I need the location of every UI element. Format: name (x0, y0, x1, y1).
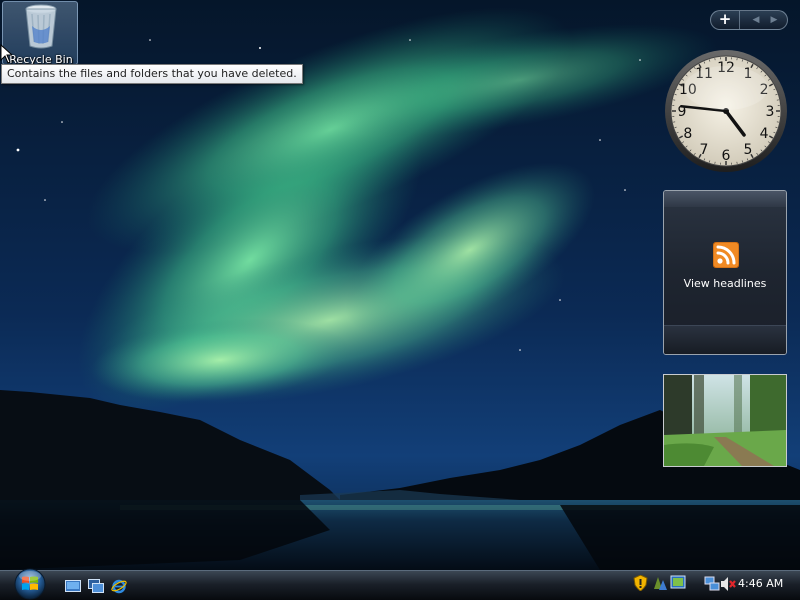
switch-windows-icon[interactable] (88, 578, 104, 594)
windows-defender-icon[interactable] (652, 575, 668, 591)
add-gadget-button[interactable]: + (711, 11, 740, 29)
volume-muted-icon[interactable] (720, 576, 736, 592)
mouse-pointer-icon (0, 44, 12, 64)
recycle-bin-tooltip: Contains the files and folders that you … (1, 64, 303, 84)
clock-numeral: 8 (683, 126, 692, 142)
clock-numeral: 4 (760, 126, 769, 142)
clock-gadget[interactable]: 12 1234567891011 (662, 48, 790, 174)
forest-photo (664, 375, 786, 466)
clock-numeral: 3 (766, 104, 775, 120)
show-desktop-icon[interactable] (65, 578, 81, 594)
taskbar-clock[interactable]: 4:46 AM (738, 577, 783, 590)
feed-footer-band (664, 325, 786, 354)
desktop[interactable]: Recycle Bin Contains the files and folde… (0, 0, 800, 570)
sidebar-controls: + ◀ ▶ (710, 10, 788, 30)
rss-icon (713, 242, 739, 268)
feed-headlines-gadget[interactable]: View headlines (663, 190, 787, 355)
sidebar-next-button[interactable]: ▶ (767, 11, 781, 29)
view-headlines-link[interactable]: View headlines (664, 277, 786, 290)
windows-orb-icon[interactable] (9, 566, 51, 600)
feed-header-band (664, 191, 786, 207)
recycle-bin-desktop-icon[interactable]: Recycle Bin (2, 1, 78, 66)
security-alert-icon[interactable] (633, 575, 648, 591)
network-connection-icon[interactable] (704, 576, 720, 592)
internet-explorer-icon[interactable] (111, 578, 127, 594)
recycle-bin-icon (25, 4, 57, 49)
slideshow-gadget[interactable] (663, 374, 787, 467)
sidebar-previous-button[interactable]: ◀ (749, 11, 763, 29)
network-icon[interactable] (670, 574, 686, 590)
